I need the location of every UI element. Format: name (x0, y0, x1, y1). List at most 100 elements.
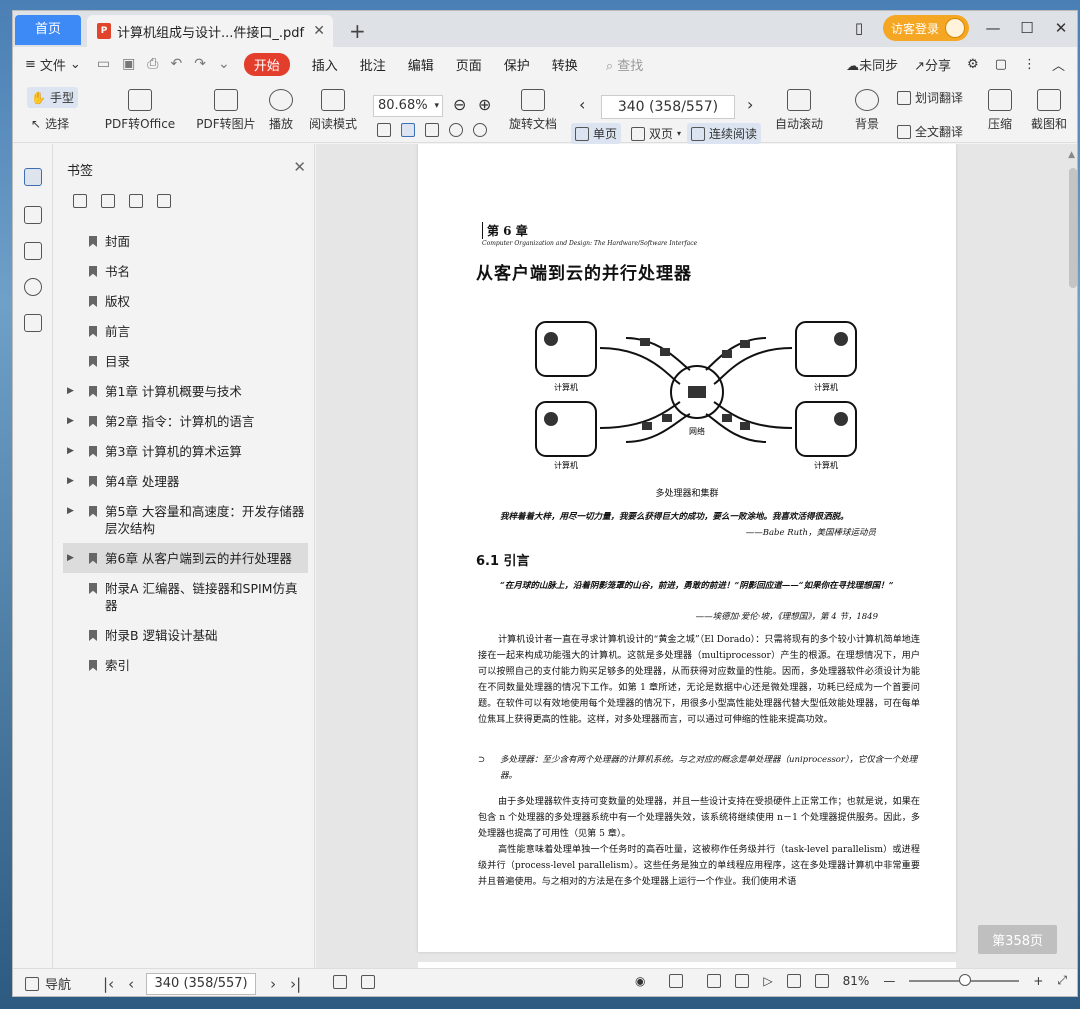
close-panel-icon[interactable]: ✕ (293, 158, 306, 176)
bookmark-item[interactable]: 目录 (63, 346, 308, 376)
menu-start[interactable]: 开始 (243, 52, 290, 76)
status-page-input[interactable]: 340 (358/557) (146, 972, 257, 995)
menu-page[interactable]: 页面 (456, 55, 482, 74)
expand-arrow-icon[interactable]: ▶ (67, 550, 74, 567)
search-box[interactable]: ⌕ 查找 (606, 55, 643, 74)
bookmark-item-selected[interactable]: ▶ 第6章 从客户端到云的并行处理器 (63, 543, 308, 573)
zoom-in-icon[interactable]: + (1033, 974, 1043, 988)
expand-arrow-icon[interactable]: ▶ (67, 413, 74, 430)
read-mode-button[interactable]: 阅读模式 (309, 89, 357, 132)
window-layout-icon[interactable]: ▯ (849, 19, 869, 37)
bookmark-item[interactable]: 封面 (63, 226, 308, 256)
auto-scroll-button[interactable]: 自动滚动 (769, 89, 829, 132)
close-tab-icon[interactable]: ✕ (313, 23, 325, 39)
save-icon[interactable]: ▣ (122, 56, 135, 72)
eye-icon[interactable]: ◉ (635, 974, 645, 988)
pdf-to-image-button[interactable]: PDF转图片 (195, 89, 257, 132)
expand-bookmark-icon[interactable] (101, 194, 115, 208)
bookmark-item[interactable]: 版权 (63, 286, 308, 316)
print-icon[interactable]: ⎙ (147, 56, 158, 72)
zoom-in-icon[interactable]: ⊕ (478, 95, 491, 114)
expand-arrow-icon[interactable]: ▶ (67, 473, 74, 490)
actual-size-icon[interactable] (786, 973, 801, 988)
single-page-view-icon[interactable] (707, 973, 722, 988)
continuous-read-button[interactable]: 连续阅读 (687, 123, 762, 144)
zoom-select[interactable]: 80.68% ▾ (373, 95, 443, 117)
menu-convert[interactable]: 转换 (552, 55, 578, 74)
last-page-icon[interactable]: ›| (290, 975, 301, 993)
login-button[interactable]: 访客登录 (882, 15, 969, 41)
share-button[interactable]: ↗分享 (914, 55, 951, 74)
compress-button[interactable]: 压缩 (985, 89, 1015, 132)
settings-icon[interactable]: ⚙ (967, 57, 979, 72)
home-tab[interactable]: 首页 (15, 15, 81, 45)
fit-width-icon[interactable] (425, 123, 439, 137)
bookmark-item[interactable]: ▶ 第3章 计算机的算术运算 (63, 436, 308, 466)
double-page-view-icon[interactable] (735, 973, 750, 988)
bookmark-item[interactable]: 附录B 逻辑设计基础 (63, 620, 308, 650)
continuous-view-icon[interactable] (669, 973, 684, 988)
comment-panel-icon[interactable] (24, 242, 42, 260)
menu-annotate[interactable]: 批注 (360, 55, 386, 74)
redo-icon[interactable]: ↷ (194, 56, 206, 72)
bookmark-item[interactable]: ▶ 第2章 指令：计算机的语言 (63, 406, 308, 436)
bookmark-item[interactable]: 书名 (63, 256, 308, 286)
thumbnail-icon[interactable] (24, 206, 42, 224)
zoom-out-icon[interactable]: ⊖ (453, 95, 466, 114)
comment-icon[interactable]: ▢ (995, 57, 1007, 72)
file-menu[interactable]: ≡ 文件 ⌄ (25, 55, 81, 74)
double-page-button[interactable]: 双页 ▾ (631, 125, 681, 142)
zoom-out-icon[interactable]: — (883, 974, 895, 988)
minimize-icon[interactable]: — (983, 19, 1003, 37)
zoom-slider-knob[interactable] (959, 973, 972, 986)
page-number-input[interactable]: 340 (358/557) (601, 95, 735, 119)
actual-size-icon[interactable] (377, 123, 391, 137)
bookmark-item[interactable]: 附录A 汇编器、链接器和SPIM仿真器 (63, 573, 308, 620)
document-viewport[interactable]: 第 6 章 Computer Organization and Design: … (316, 144, 1077, 968)
bookmark-icon[interactable] (157, 194, 171, 208)
menu-edit[interactable]: 编辑 (408, 55, 434, 74)
navigation-toggle[interactable]: 导航 (25, 974, 71, 993)
attachment-icon[interactable] (24, 278, 42, 296)
back-icon[interactable] (333, 974, 348, 989)
zoom-level[interactable]: 81% (843, 974, 870, 988)
select-tool-button[interactable]: ↖ 选择 (31, 115, 69, 132)
rotate-left-icon[interactable] (473, 123, 487, 137)
next-page-icon[interactable]: › (747, 95, 753, 114)
bookmark-item[interactable]: 前言 (63, 316, 308, 346)
fit-page-icon[interactable] (401, 123, 415, 137)
expand-arrow-icon[interactable]: ▶ (67, 443, 74, 460)
menu-insert[interactable]: 插入 (312, 55, 338, 74)
bookmark-item[interactable]: 索引 (63, 650, 308, 680)
prev-page-icon[interactable]: ‹ (579, 95, 585, 114)
background-button[interactable]: 背景 (849, 89, 885, 132)
close-window-icon[interactable]: ✕ (1051, 19, 1071, 37)
pdf-to-office-button[interactable]: PDF转Office (103, 89, 177, 132)
scroll-up-icon[interactable]: ▲ (1068, 150, 1075, 160)
rotate-right-icon[interactable] (449, 123, 463, 137)
next-page-icon[interactable]: › (270, 975, 276, 993)
fullscreen-icon[interactable]: ⤢ (1057, 973, 1067, 988)
more-icon[interactable]: ⌄ (218, 56, 230, 72)
play-button[interactable]: 播放 (267, 89, 295, 132)
word-translate-button[interactable]: 划词翻译 (897, 89, 963, 106)
more-options-icon[interactable]: ⋮ (1023, 57, 1036, 72)
vertical-scrollbar[interactable] (1069, 168, 1077, 288)
add-bookmark-icon[interactable] (73, 194, 87, 208)
expand-arrow-icon[interactable]: ▶ (67, 383, 74, 400)
single-page-button[interactable]: 单页 (571, 123, 622, 144)
fit-page-icon[interactable] (814, 973, 829, 988)
prev-page-icon[interactable]: ‹ (128, 975, 134, 993)
hand-tool-button[interactable]: ✋ 手型 (27, 87, 78, 108)
new-tab-icon[interactable]: + (349, 19, 366, 43)
play-icon[interactable]: ▷ (763, 974, 772, 988)
zoom-slider[interactable] (909, 973, 1020, 986)
screenshot-button[interactable]: 截图和 (1029, 89, 1069, 132)
bookmark-item[interactable]: ▶ 第5章 大容量和高速度：开发存储器层次结构 (63, 496, 308, 543)
open-folder-icon[interactable]: ▭ (97, 56, 110, 72)
document-tab[interactable]: P 计算机组成与设计...件接口_.pdf ✕ (87, 15, 333, 47)
bookmark-panel-icon[interactable] (24, 168, 42, 186)
collapse-ribbon-icon[interactable]: ︿ (1052, 55, 1065, 74)
menu-protect[interactable]: 保护 (504, 55, 530, 74)
forward-icon[interactable] (361, 974, 376, 989)
